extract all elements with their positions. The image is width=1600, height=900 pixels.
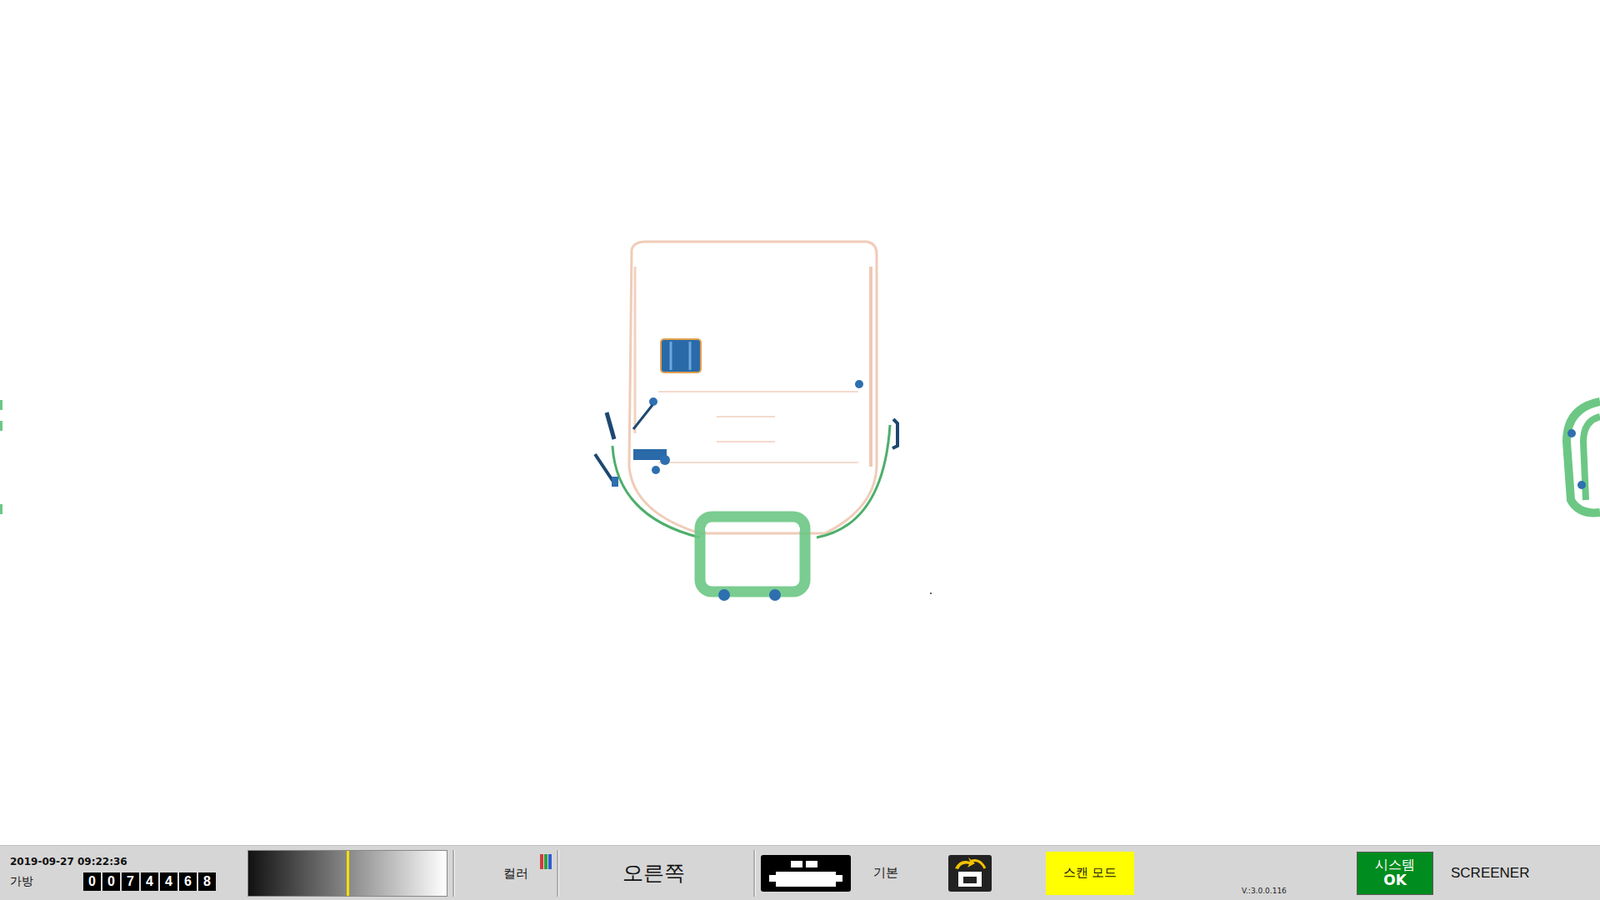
system-status: 시스템 OK <box>1356 851 1434 895</box>
scan-image <box>0 0 1600 845</box>
user-label: SCREENER <box>1450 865 1530 882</box>
datetime: 2019-09-27 09:22:36 <box>10 855 242 868</box>
bag-counter: 0074468 <box>83 872 216 891</box>
counter-digit: 4 <box>140 872 159 891</box>
color-button[interactable]: 컬러 <box>460 864 552 882</box>
counter-digit: 7 <box>121 872 140 891</box>
bag-info: 2019-09-27 09:22:36 가방 0074468 <box>0 855 242 891</box>
counter-digit: 0 <box>102 872 120 891</box>
direction-label: 오른쪽 <box>564 859 749 887</box>
scan-mode-button[interactable]: 스캔 모드 <box>1045 851 1135 895</box>
counter-digit: 4 <box>160 872 178 891</box>
counter-digit: 6 <box>179 872 197 891</box>
version: V.:3.0.0.116 <box>1241 886 1325 895</box>
bag-label: 가방 <box>10 874 84 890</box>
save-image-icon[interactable] <box>948 855 992 892</box>
counter-digit: 8 <box>198 872 216 891</box>
contrast-slider[interactable] <box>247 850 448 897</box>
status-bar: 2019-09-27 09:22:36 가방 0074468 컬러 오른쪽 기본… <box>0 845 1600 900</box>
mode-label: 기본 <box>873 865 949 881</box>
contrast-marker[interactable] <box>346 850 350 896</box>
conveyor-icon[interactable] <box>760 855 851 892</box>
scanner-screen: 2019-09-27 09:22:36 가방 0074468 컬러 오른쪽 기본… <box>0 0 1600 900</box>
color-bars-icon <box>540 854 552 870</box>
xray-bag-icon <box>0 0 1600 845</box>
counter-digit: 0 <box>83 872 101 891</box>
